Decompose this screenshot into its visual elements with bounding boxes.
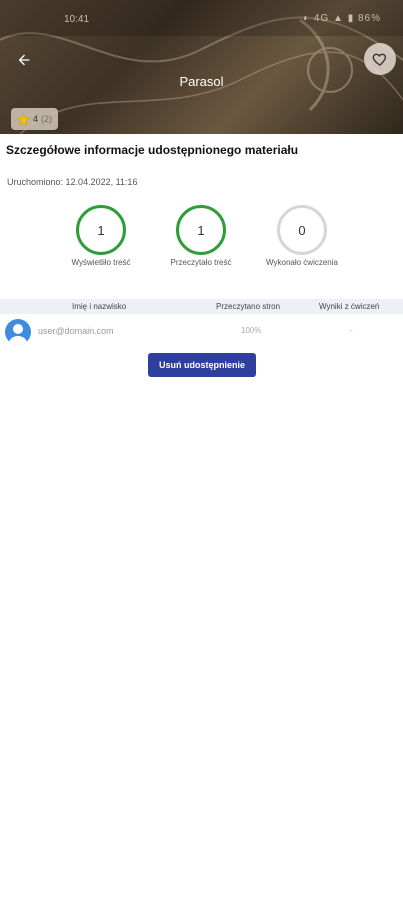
rating-badge[interactable]: 4 (2): [11, 108, 59, 130]
status-time: 10:41: [64, 14, 90, 25]
launched-info: Uruchomiono: 12.04.2022, 11:16: [7, 177, 137, 187]
status-icons: ◐ 4G ▲ ▮ 86%: [303, 13, 381, 24]
star-icon: [17, 112, 30, 125]
column-header-results: Wyniki z ćwiczeń: [319, 302, 380, 311]
stat-exercises-label: Wykonało ćwiczenia: [266, 258, 338, 267]
stat-exercises: 0 Wykonało ćwiczenia: [252, 205, 352, 267]
back-button[interactable]: [10, 46, 38, 74]
stat-exercises-circle: 0: [277, 205, 327, 255]
avatar: [5, 319, 31, 345]
column-header-name: Imię i nazwisko: [72, 302, 127, 311]
launched-value: 12.04.2022, 11:16: [65, 177, 138, 187]
rating-count: (2): [41, 114, 53, 124]
page-title: Parasol: [179, 74, 224, 89]
launched-label: Uruchomiono:: [7, 177, 64, 187]
remove-share-button[interactable]: Usuń udostępnienie: [148, 353, 256, 377]
stat-read-circle: 1: [176, 205, 226, 255]
stat-viewed-circle: 1: [76, 205, 126, 255]
favorite-button[interactable]: [364, 43, 396, 75]
stat-read-label: Przeczytało treść: [170, 258, 232, 267]
stat-read: 1 Przeczytało treść: [151, 205, 251, 267]
rating-value: 4: [33, 114, 39, 124]
status-bar: 10:41 ◐ 4G ▲ ▮ 86%: [0, 0, 403, 36]
stat-viewed: 1 Wyświetliło treść: [51, 205, 151, 267]
stat-exercises-value: 0: [298, 222, 306, 238]
pages-read-value: 100%: [241, 326, 262, 335]
details-title: Szczegółowe informacje udostępnionego ma…: [6, 143, 299, 157]
stat-read-value: 1: [197, 222, 205, 238]
user-icon: [8, 324, 28, 345]
stat-viewed-value: 1: [97, 222, 105, 238]
user-email: user@domain.com: [38, 326, 114, 336]
table-header: Imię i nazwisko Przeczytano stron Wyniki…: [0, 299, 403, 314]
table-row[interactable]: user@domain.com 100% -: [0, 316, 403, 348]
arrow-left-icon: [18, 54, 30, 66]
stat-viewed-label: Wyświetliło treść: [71, 258, 131, 267]
header-banner: 10:41 ◐ 4G ▲ ▮ 86% Parasol 4 (2): [0, 0, 403, 134]
exercise-results-value: -: [350, 326, 353, 335]
heart-icon: [372, 53, 387, 66]
column-header-pages: Przeczytano stron: [216, 302, 281, 311]
